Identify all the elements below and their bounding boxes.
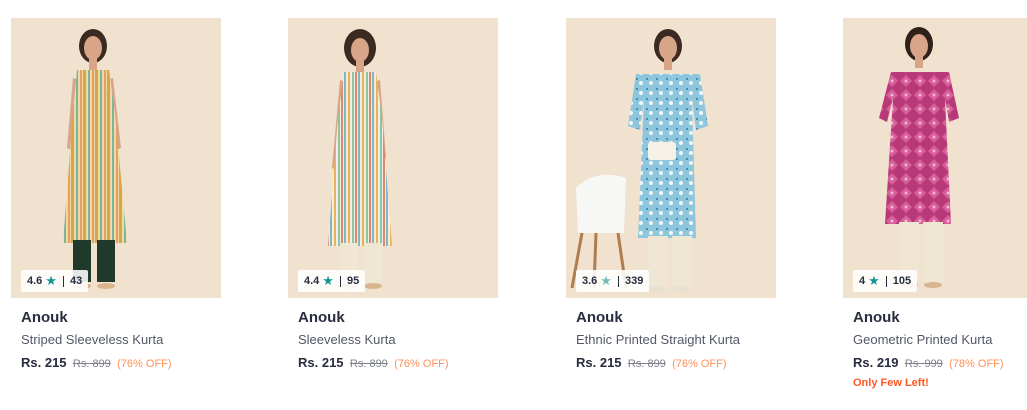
product-discount: (76% OFF) <box>672 358 727 370</box>
price-row: Rs. 215 Rs. 899 (76% OFF) <box>21 354 221 372</box>
product-card[interactable]: 4.4 ★ 95 Anouk Sleeveless Kurta Rs. 215 … <box>288 18 498 372</box>
price-row: Rs. 219 Rs. 999 (78% OFF) <box>853 354 1027 372</box>
product-image[interactable]: 4.6 ★ 43 <box>11 18 221 298</box>
rating-value: 4.6 <box>27 275 43 287</box>
star-icon: ★ <box>322 273 334 288</box>
product-info: Anouk Sleeveless Kurta Rs. 215 Rs. 899 (… <box>288 298 498 372</box>
product-image-illustration <box>11 18 221 298</box>
rating-badge: 4.6 ★ 43 <box>21 270 89 292</box>
product-name: Striped Sleeveless Kurta <box>21 332 164 347</box>
product-image[interactable]: 4 ★ 105 <box>843 18 1027 298</box>
rating-value: 4.4 <box>304 275 320 287</box>
product-mrp: Rs. 899 <box>349 358 388 370</box>
product-image-illustration <box>288 18 498 298</box>
star-icon: ★ <box>45 273 57 288</box>
rating-count: 43 <box>69 275 83 287</box>
product-mrp: Rs. 899 <box>72 358 111 370</box>
product-info: Anouk Striped Sleeveless Kurta Rs. 215 R… <box>11 298 221 372</box>
product-price: Rs. 215 <box>21 355 67 370</box>
product-card[interactable]: 4.6 ★ 43 Anouk Striped Sleeveless Kurta … <box>11 18 221 372</box>
rating-divider <box>617 275 619 287</box>
product-image-illustration <box>566 18 776 298</box>
product-brand: Anouk <box>298 309 345 326</box>
rating-count: 95 <box>346 275 360 287</box>
product-mrp: Rs. 999 <box>904 358 943 370</box>
product-name: Geometric Printed Kurta <box>853 332 993 347</box>
product-brand: Anouk <box>21 309 68 326</box>
product-image[interactable]: 4.4 ★ 95 <box>288 18 498 298</box>
product-brand: Anouk <box>853 309 900 326</box>
product-mrp: Rs. 899 <box>627 358 666 370</box>
product-image[interactable]: 3.6 ★ 339 <box>566 18 776 298</box>
product-discount: (76% OFF) <box>394 358 449 370</box>
rating-badge: 4 ★ 105 <box>853 270 918 292</box>
star-icon: ★ <box>600 273 612 288</box>
product-price: Rs. 215 <box>298 355 344 370</box>
product-info: Anouk Ethnic Printed Straight Kurta Rs. … <box>566 298 776 372</box>
product-name: Ethnic Printed Straight Kurta <box>576 332 741 347</box>
product-grid: 4.6 ★ 43 Anouk Striped Sleeveless Kurta … <box>0 0 1027 410</box>
product-discount: (78% OFF) <box>949 358 1004 370</box>
rating-value: 4 <box>859 275 866 287</box>
stock-warning: Only Few Left! <box>853 377 929 389</box>
product-card[interactable]: 3.6 ★ 339 Anouk Ethnic Printed Straight … <box>566 18 776 372</box>
rating-badge: 4.4 ★ 95 <box>298 270 366 292</box>
rating-divider <box>885 275 887 287</box>
product-image-illustration <box>843 18 1027 298</box>
rating-count: 339 <box>624 275 644 287</box>
price-row: Rs. 215 Rs. 899 (76% OFF) <box>298 354 498 372</box>
rating-badge: 3.6 ★ 339 <box>576 270 650 292</box>
rating-count: 105 <box>892 275 912 287</box>
product-price: Rs. 215 <box>576 355 622 370</box>
product-card[interactable]: 4 ★ 105 Anouk Geometric Printed Kurta Rs… <box>843 18 1027 391</box>
product-brand: Anouk <box>576 309 623 326</box>
product-price: Rs. 219 <box>853 355 899 370</box>
product-info: Anouk Geometric Printed Kurta Rs. 219 Rs… <box>843 298 1027 391</box>
star-icon: ★ <box>868 273 880 288</box>
rating-divider <box>339 275 341 287</box>
rating-value: 3.6 <box>582 275 598 287</box>
product-name: Sleeveless Kurta <box>298 332 396 347</box>
product-discount: (76% OFF) <box>117 358 172 370</box>
price-row: Rs. 215 Rs. 899 (76% OFF) <box>576 354 776 372</box>
rating-divider <box>62 275 64 287</box>
